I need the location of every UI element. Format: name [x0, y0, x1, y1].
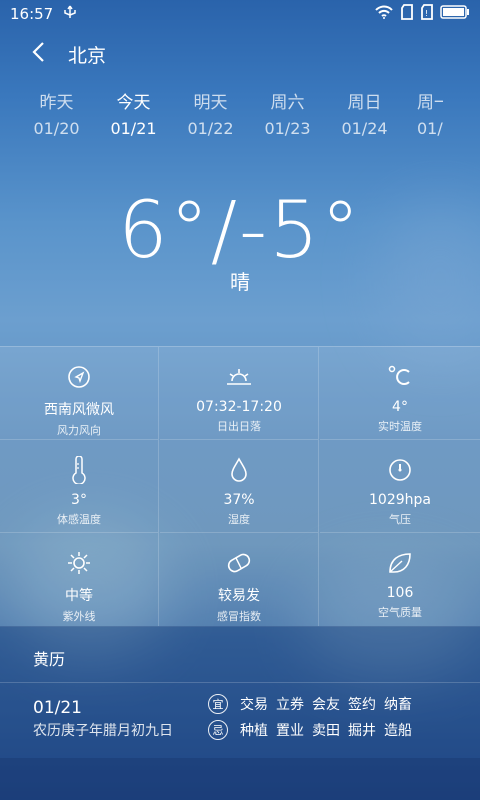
- ji-item: 掘井: [348, 723, 376, 739]
- divider: [0, 682, 480, 683]
- ji-badge: 忌: [208, 720, 228, 740]
- thermometer-icon: [0, 456, 158, 484]
- detail-uv: 中等 紫外线: [0, 533, 159, 626]
- detail-label: 湿度: [228, 513, 250, 526]
- battery-icon: [440, 5, 470, 23]
- celsius-icon: [320, 363, 480, 391]
- svg-text:!: !: [425, 9, 428, 18]
- weather-condition: 晴: [230, 270, 250, 294]
- almanac-title: 黄历: [33, 650, 66, 669]
- yi-item: 纳畜: [384, 697, 412, 713]
- almanac-ji-row: 忌 种植 置业 卖田 掘井 造船: [208, 720, 412, 740]
- detail-label: 气压: [389, 513, 411, 526]
- day-tab[interactable]: 今天 01/21: [95, 88, 172, 140]
- detail-label: 感冒指数: [217, 610, 261, 623]
- detail-humidity: 37% 湿度: [160, 440, 319, 533]
- detail-label: 日出日落: [217, 420, 261, 433]
- almanac-date: 01/21: [33, 698, 82, 718]
- detail-value: 中等: [65, 588, 93, 604]
- yi-item: 立券: [276, 697, 304, 713]
- day-date: 01/22: [187, 119, 234, 138]
- detail-sunrise: 07:32-17:20 日出日落: [160, 347, 319, 440]
- detail-feels-like: 3° 体感温度: [0, 440, 159, 533]
- detail-value: 37%: [223, 492, 255, 508]
- detail-value: 3°: [71, 492, 87, 508]
- ji-item: 种植: [240, 723, 268, 739]
- day-name: 明天: [193, 93, 228, 113]
- day-selector: 昨天 01/20 今天 01/21 明天 01/22 周六 01/23 周日 0…: [0, 88, 480, 140]
- ji-item: 卖田: [312, 723, 340, 739]
- day-tab[interactable]: 明天 01/22: [172, 88, 249, 140]
- day-date: 01/25: [417, 119, 443, 138]
- yi-item: 会友: [312, 697, 340, 713]
- city-title: 北京: [68, 44, 107, 67]
- detail-label: 风力风向: [57, 424, 101, 437]
- detail-cold-index: 较易发 感冒指数: [160, 533, 319, 626]
- day-date: 01/21: [110, 119, 157, 138]
- day-name: 周六: [270, 93, 305, 113]
- ji-item: 造船: [384, 723, 412, 739]
- day-tab[interactable]: 周六 01/23: [249, 88, 326, 140]
- wifi-icon: [374, 5, 394, 23]
- detail-label: 实时温度: [378, 420, 422, 433]
- usb-icon: [61, 5, 79, 23]
- sim1-icon: [400, 4, 414, 24]
- almanac-yi-row: 宜 交易 立券 会友 签约 纳畜: [208, 694, 412, 714]
- day-date: 01/20: [33, 119, 80, 138]
- yi-item: 交易: [240, 697, 268, 713]
- pill-icon: [160, 549, 318, 577]
- back-button[interactable]: [18, 36, 58, 72]
- day-name: 今天: [116, 93, 151, 113]
- detail-label: 空气质量: [378, 606, 422, 619]
- chevron-left-icon: [31, 41, 45, 67]
- day-tab[interactable]: 周一 01/25: [403, 88, 443, 140]
- detail-realtime-temp: 4° 实时温度: [320, 347, 480, 440]
- sim2-icon: !: [420, 4, 434, 24]
- detail-air-quality: 106 空气质量: [320, 533, 480, 626]
- yi-badge: 宜: [208, 694, 228, 714]
- ji-item: 置业: [276, 723, 304, 739]
- bottom-bar: [0, 758, 480, 800]
- day-tab[interactable]: 昨天 01/20: [18, 88, 95, 140]
- day-name: 周日: [347, 93, 382, 113]
- compass-icon: [0, 363, 158, 391]
- day-name: 周一: [417, 93, 443, 113]
- day-tab[interactable]: 周日 01/24: [326, 88, 403, 140]
- sun-icon: [0, 549, 158, 577]
- detail-value: 4°: [392, 399, 408, 415]
- status-bar: 16:57 !: [0, 0, 480, 28]
- detail-value: 106: [386, 585, 414, 601]
- detail-label: 体感温度: [57, 513, 101, 526]
- day-name: 昨天: [39, 93, 74, 113]
- yi-item: 签约: [348, 697, 376, 713]
- leaf-icon: [320, 549, 480, 577]
- day-date: 01/23: [264, 119, 311, 138]
- temperature-range: 6°/-5°: [118, 186, 362, 276]
- detail-value: 较易发: [218, 588, 260, 604]
- droplet-icon: [160, 456, 318, 484]
- detail-label: 紫外线: [62, 610, 96, 623]
- detail-pressure: 1029hpa 气压: [320, 440, 480, 533]
- sunrise-icon: [160, 363, 318, 391]
- detail-value: 07:32-17:20: [196, 399, 282, 415]
- detail-wind: 西南风微风 风力风向: [0, 347, 159, 440]
- detail-value: 1029hpa: [369, 492, 431, 508]
- weather-details-grid: 西南风微风 风力风向 07:32-17:20 日出日落 4° 实时温度 3° 体…: [0, 346, 480, 627]
- gauge-icon: [320, 456, 480, 484]
- almanac-lunar-date: 农历庚子年腊月初九日: [33, 723, 173, 739]
- detail-value: 西南风微风: [44, 402, 114, 418]
- header: 北京: [0, 36, 480, 72]
- status-time: 16:57: [10, 5, 54, 23]
- day-date: 01/24: [341, 119, 388, 138]
